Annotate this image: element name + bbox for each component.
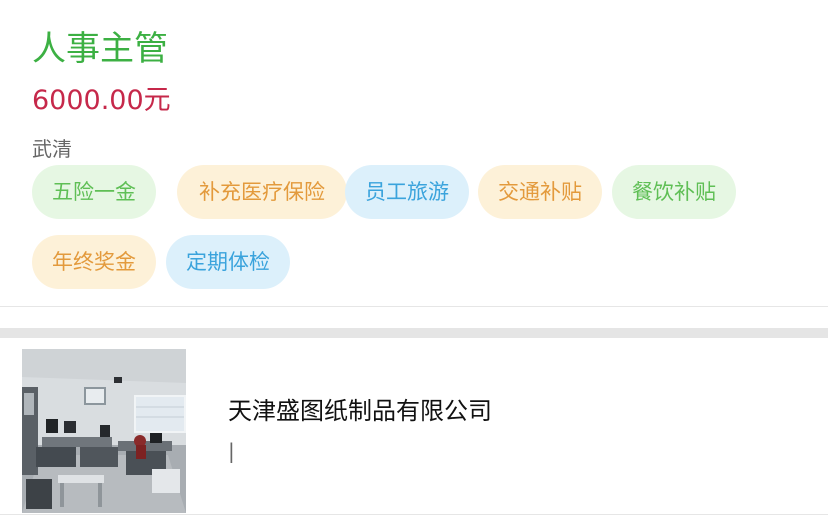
- salary: 6000.00元: [32, 85, 171, 116]
- benefit-tag: 补充医疗保险: [177, 165, 347, 219]
- benefit-tag: 定期体检: [166, 235, 290, 289]
- job-location: 武清: [32, 137, 72, 161]
- benefit-tag: 餐饮补贴: [612, 165, 736, 219]
- benefit-tag: 交通补贴: [478, 165, 602, 219]
- job-summary-card: 人事主管 6000.00元 武清 五险一金 补充医疗保险 员工旅游 交通补贴 餐…: [0, 0, 828, 307]
- benefit-tag: 年终奖金: [32, 235, 156, 289]
- section-divider: [0, 328, 828, 338]
- company-row[interactable]: 天津盛图纸制品有限公司 |: [0, 338, 828, 515]
- company-photo: [22, 349, 186, 513]
- benefit-tag: 员工旅游: [345, 165, 469, 219]
- company-subtitle: |: [228, 439, 235, 463]
- job-title: 人事主管: [32, 29, 168, 69]
- company-name[interactable]: 天津盛图纸制品有限公司: [228, 393, 492, 429]
- benefit-tag: 五险一金: [32, 165, 156, 219]
